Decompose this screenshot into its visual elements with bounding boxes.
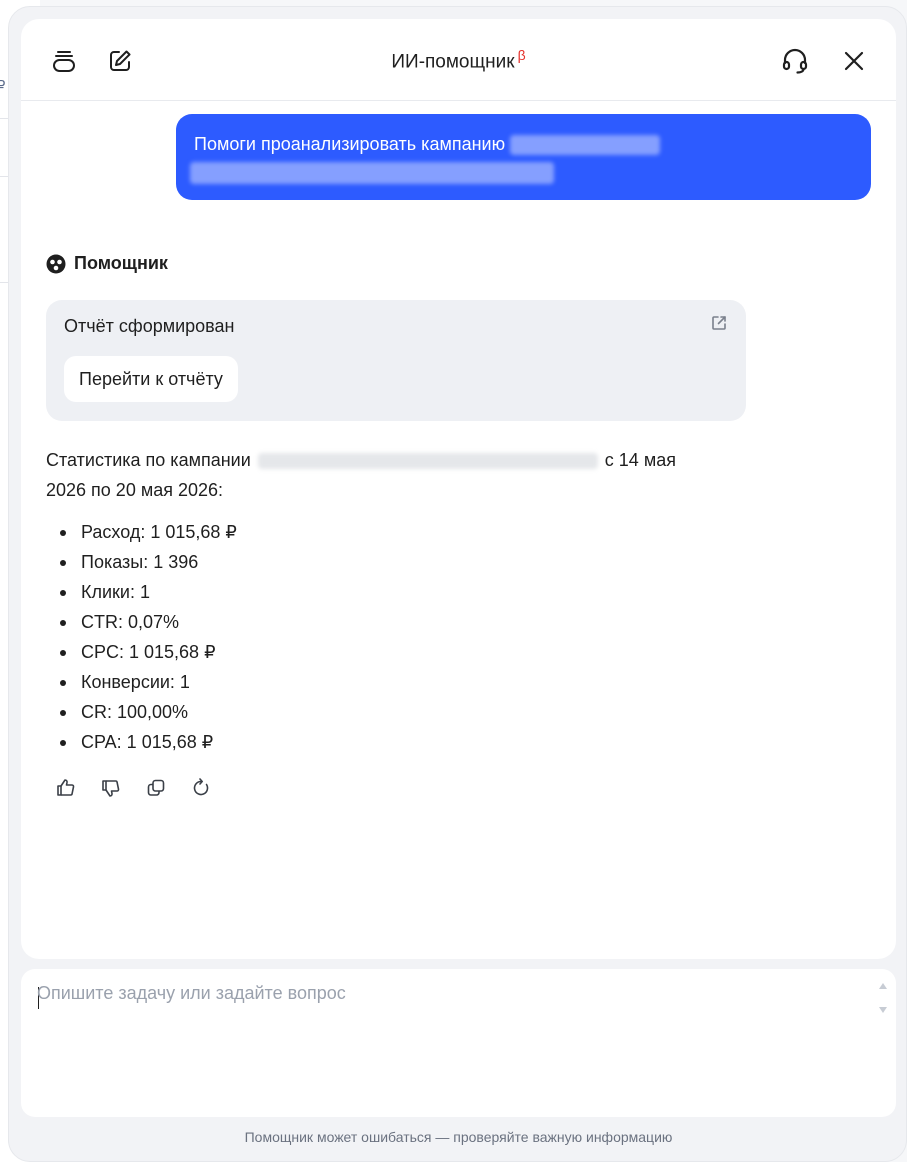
scroll-down-icon[interactable] [879, 1007, 887, 1013]
close-icon [844, 51, 864, 71]
list-item: Показы: 1 396 [46, 547, 237, 577]
refresh-icon [193, 778, 209, 796]
stats-intro-before: Статистика по кампании [46, 450, 251, 470]
user-message: Помоги проанализировать кампанию [176, 114, 871, 200]
assistant-logo-icon [46, 254, 66, 273]
copy-icon [147, 779, 165, 796]
report-title: Отчёт сформирован [64, 316, 235, 336]
list-item: CPA: 1 015,68 ₽ [46, 727, 237, 757]
message-input[interactable] [37, 983, 857, 1103]
thumbs-up-icon [57, 779, 75, 796]
stats-intro: Статистика по кампании с 14 мая 2026 по … [46, 445, 716, 505]
chat-card: ИИ-помощник β Помоги проанализировать кам… [21, 19, 896, 959]
user-message-text: Помоги проанализировать кампанию [194, 134, 506, 154]
copy-button[interactable] [146, 776, 191, 800]
report-card: Отчёт сформирован Перейти к отчёту [46, 300, 746, 421]
open-report-button[interactable]: Перейти к отчёту [64, 356, 238, 402]
list-item: CTR: 0,07% [46, 607, 237, 637]
external-link-icon[interactable] [710, 314, 728, 332]
thumbs-down-icon [102, 780, 120, 797]
message-actions [56, 776, 236, 800]
list-item: Клики: 1 [46, 577, 237, 607]
redacted-campaign-name [257, 453, 598, 470]
background-currency: ₽ [0, 78, 6, 93]
assistant-panel: ИИ-помощник β Помоги проанализировать кам… [8, 6, 907, 1162]
list-item: Расход: 1 015,68 ₽ [46, 517, 237, 547]
list-item: Конверсии: 1 [46, 667, 237, 697]
panel-header: ИИ-помощник β [21, 19, 896, 101]
assistant-label: Помощник [46, 253, 168, 274]
input-scroll-arrows[interactable] [878, 983, 888, 1013]
support-button[interactable] [777, 43, 813, 79]
stats-list: Расход: 1 015,68 ₽ Показы: 1 396 Клики: … [46, 517, 237, 757]
headset-icon [782, 48, 808, 74]
list-item: CPC: 1 015,68 ₽ [46, 637, 237, 667]
like-button[interactable] [56, 776, 101, 800]
regenerate-button[interactable] [191, 776, 236, 800]
message-composer [21, 969, 896, 1117]
close-button[interactable] [836, 43, 872, 79]
panel-title: ИИ-помощник β [21, 47, 896, 73]
panel-title-text: ИИ-помощник [391, 51, 515, 73]
dislike-button[interactable] [101, 776, 146, 800]
beta-badge: β [517, 47, 526, 63]
redacted-campaign-name [190, 162, 554, 185]
disclaimer-note: Помощник может ошибаться — проверяйте ва… [244, 1129, 673, 1145]
list-item: CR: 100,00% [46, 697, 237, 727]
assistant-label-text: Помощник [74, 253, 168, 273]
redacted-campaign-id [510, 135, 661, 156]
scroll-up-icon[interactable] [879, 983, 887, 989]
